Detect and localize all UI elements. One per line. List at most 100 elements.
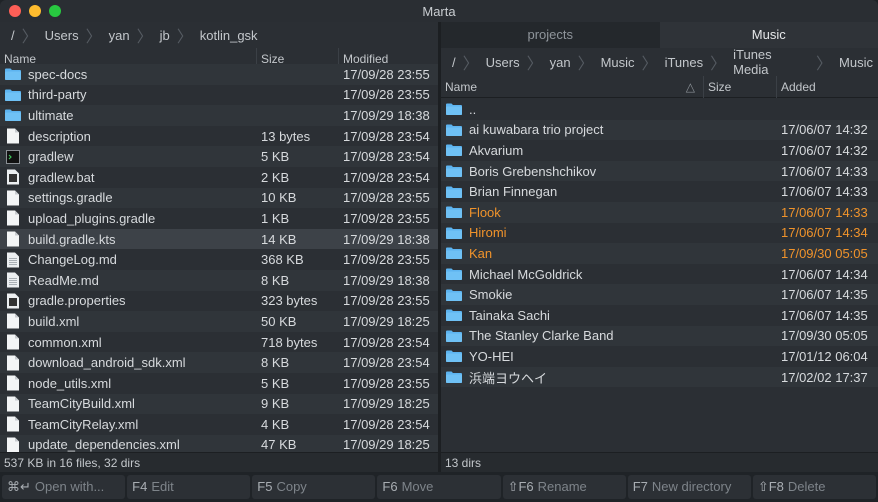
file-row[interactable]: common.xml 718 bytes 17/09/28 23:54 (0, 332, 438, 353)
file-name: TeamCityBuild.xml (28, 396, 135, 412)
right-breadcrumb-item[interactable]: Music (596, 49, 640, 75)
directory-name: 浜端ヨウヘイ (469, 370, 548, 386)
document-icon (7, 375, 19, 391)
directory-row[interactable]: Brian Finnegan 17/06/07 14:33 (441, 181, 878, 202)
file-row[interactable]: gradle.properties 323 bytes 17/09/28 23:55 (0, 291, 438, 312)
right-breadcrumb-item[interactable]: iTunes Media (728, 47, 814, 77)
move-button[interactable]: F6 Move (377, 475, 501, 499)
directory-name: Brian Finnegan (469, 184, 558, 200)
directory-name: The Stanley Clarke Band (469, 328, 614, 344)
file-row[interactable]: download_android_sdk.xml 8 KB 17/09/28 23:… (0, 352, 438, 373)
file-row[interactable]: ultimate 17/09/29 18:38 (0, 105, 438, 126)
shortcut-key-label: F7 (632, 479, 648, 494)
file-size: 14 KB (261, 231, 297, 247)
left-pane[interactable]: / 〉 Users 〉 yan 〉 jb 〉 kotlin_gsk Name Size Modi… (0, 22, 438, 472)
edit-button[interactable]: F4 Edit (127, 475, 251, 499)
rename-button[interactable]: ⇧F6 Rename (502, 475, 626, 499)
right-file-list[interactable]: .. ai kuwabara trio project 17/06/07 14:32… (441, 99, 878, 452)
directory-row[interactable]: YO-HEI 17/01/12 06:04 (441, 346, 878, 367)
file-name-cell: settings.gradle (0, 190, 256, 206)
terminal-icon (6, 149, 20, 164)
directory-row[interactable]: 浜端ヨウヘイ 17/02/02 17:37 (441, 366, 878, 388)
directory-row[interactable]: Hiromi 17/06/07 14:34 (441, 223, 878, 244)
file-modified-date: 17/09/29 18:25 (343, 437, 430, 452)
file-row[interactable]: upload_plugins.gradle 1 KB 17/09/28 23:55 (0, 208, 438, 229)
file-modified-date: 17/09/28 23:55 (343, 87, 430, 103)
left-breadcrumb-item[interactable]: / (6, 22, 20, 48)
directory-row[interactable]: Boris Grebenshchikov 17/06/07 14:33 (441, 160, 878, 182)
right-breadcrumb-item[interactable]: Users (481, 49, 525, 75)
file-row[interactable]: ReadMe.md 8 KB 17/09/29 18:38 (0, 269, 438, 291)
right-breadcrumb-item[interactable]: / (447, 49, 461, 75)
document-icon (7, 334, 19, 350)
directory-row[interactable]: Michael McGoldrick 17/06/07 14:34 (441, 264, 878, 285)
left-breadcrumb-item[interactable]: yan (104, 22, 135, 48)
right-breadcrumb-item[interactable]: iTunes (660, 49, 709, 75)
right-breadcrumb-item[interactable]: Music (834, 49, 878, 75)
directory-row[interactable]: Flook 17/06/07 14:33 (441, 201, 878, 223)
right-pane[interactable]: projects Music / 〉 Users 〉 yan 〉 Music 〉 iTunes 〉… (441, 22, 878, 472)
file-row[interactable]: node_utils.xml 5 KB 17/09/28 23:55 (0, 373, 438, 394)
file-size: 13 bytes (261, 128, 311, 144)
file-row[interactable]: gradlew.bat 2 KB 17/09/28 23:54 (0, 167, 438, 188)
file-name: update_dependencies.xml (28, 437, 180, 452)
delete-button[interactable]: ⇧F8 Delete (752, 475, 876, 499)
copy-button[interactable]: F5 Copy (252, 475, 376, 499)
file-size: 5 KB (261, 149, 290, 165)
file-row[interactable]: spec-docs 17/09/28 23:55 (0, 64, 438, 85)
breadcrumb-separator-icon: 〉 (176, 29, 193, 46)
directory-row[interactable]: ai kuwabara trio project 17/06/07 14:32 (441, 119, 878, 141)
tab-projects[interactable]: projects (441, 22, 660, 48)
file-row[interactable]: third-party 17/09/28 23:55 (0, 85, 438, 106)
file-name-cell: TeamCityRelay.xml (0, 416, 256, 432)
file-row[interactable]: settings.gradle 10 KB 17/09/28 23:55 (0, 187, 438, 209)
open-with-button[interactable]: ⌘↵ Open with... (2, 475, 126, 499)
file-name-cell: ReadMe.md (0, 272, 256, 288)
folder-icon (446, 186, 462, 198)
directory-row[interactable]: Tainaka Sachi 17/06/07 14:35 (441, 305, 878, 326)
directory-row[interactable]: Smokie 17/06/07 14:35 (441, 284, 878, 305)
directory-name-cell: The Stanley Clarke Band (441, 328, 703, 343)
column-size[interactable]: Size (703, 75, 776, 98)
new-directory-button[interactable]: F7 New directory (627, 475, 751, 499)
directory-row[interactable]: Kan 17/09/30 05:05 (441, 243, 878, 264)
directory-name-cell: Akvarium (441, 143, 703, 158)
function-key-label: Move (401, 479, 434, 494)
file-name-cell: update_dependencies.xml (0, 437, 256, 452)
file-name: description (28, 128, 91, 144)
file-size: 368 KB (261, 252, 304, 268)
file-modified-date: 17/09/29 18:25 (343, 313, 430, 329)
function-key-label: Delete (787, 479, 826, 494)
file-size: 50 KB (261, 313, 297, 329)
directory-name-cell: Hiromi (441, 225, 703, 240)
file-size: 47 KB (261, 437, 297, 452)
tab-music[interactable]: Music (659, 22, 878, 48)
file-modified-date: 17/09/28 23:55 (343, 252, 430, 268)
directory-name: Boris Grebenshchikov (469, 163, 597, 179)
left-breadcrumb-item[interactable]: jb (155, 22, 175, 48)
directory-added-date: 17/06/07 14:35 (781, 307, 868, 323)
directory-row[interactable]: Akvarium 17/06/07 14:32 (441, 140, 878, 161)
directory-name-cell: .. (441, 102, 703, 117)
left-breadcrumb-item[interactable]: kotlin_gsk (195, 22, 263, 48)
file-row[interactable]: TeamCityBuild.xml 9 KB 17/09/29 18:25 (0, 393, 438, 415)
left-file-list[interactable]: spec-docs 17/09/28 23:55 third-party 17/09/… (0, 64, 438, 452)
file-modified-date: 17/09/28 23:54 (343, 334, 430, 350)
file-row[interactable]: build.gradle.kts 14 KB 17/09/29 18:38 (0, 228, 438, 250)
file-row[interactable]: ChangeLog.md 368 KB 17/09/28 23:55 (0, 249, 438, 270)
file-row[interactable]: update_dependencies.xml 47 KB 17/09/29 18:… (0, 434, 438, 452)
directory-row[interactable]: The Stanley Clarke Band 17/09/30 05:05 (441, 325, 878, 347)
right-breadcrumb-item[interactable]: yan (545, 49, 576, 75)
column-added[interactable]: Added (776, 75, 878, 98)
file-row[interactable]: gradlew 5 KB 17/09/28 23:54 (0, 146, 438, 167)
left-breadcrumb-item[interactable]: Users (40, 22, 84, 48)
file-row[interactable]: TeamCityRelay.xml 4 KB 17/09/28 23:54 (0, 414, 438, 435)
file-modified-date: 17/09/28 23:55 (343, 293, 430, 309)
breadcrumb-separator-icon: 〉 (85, 29, 102, 46)
column-name[interactable]: Name △ (441, 76, 703, 98)
file-row[interactable]: description 13 bytes 17/09/28 23:54 (0, 126, 438, 147)
directory-name-cell: Brian Finnegan (441, 184, 703, 199)
file-row[interactable]: build.xml 50 KB 17/09/29 18:25 (0, 311, 438, 332)
directory-row[interactable]: .. (441, 99, 878, 120)
directory-name-cell: YO-HEI (441, 349, 703, 364)
